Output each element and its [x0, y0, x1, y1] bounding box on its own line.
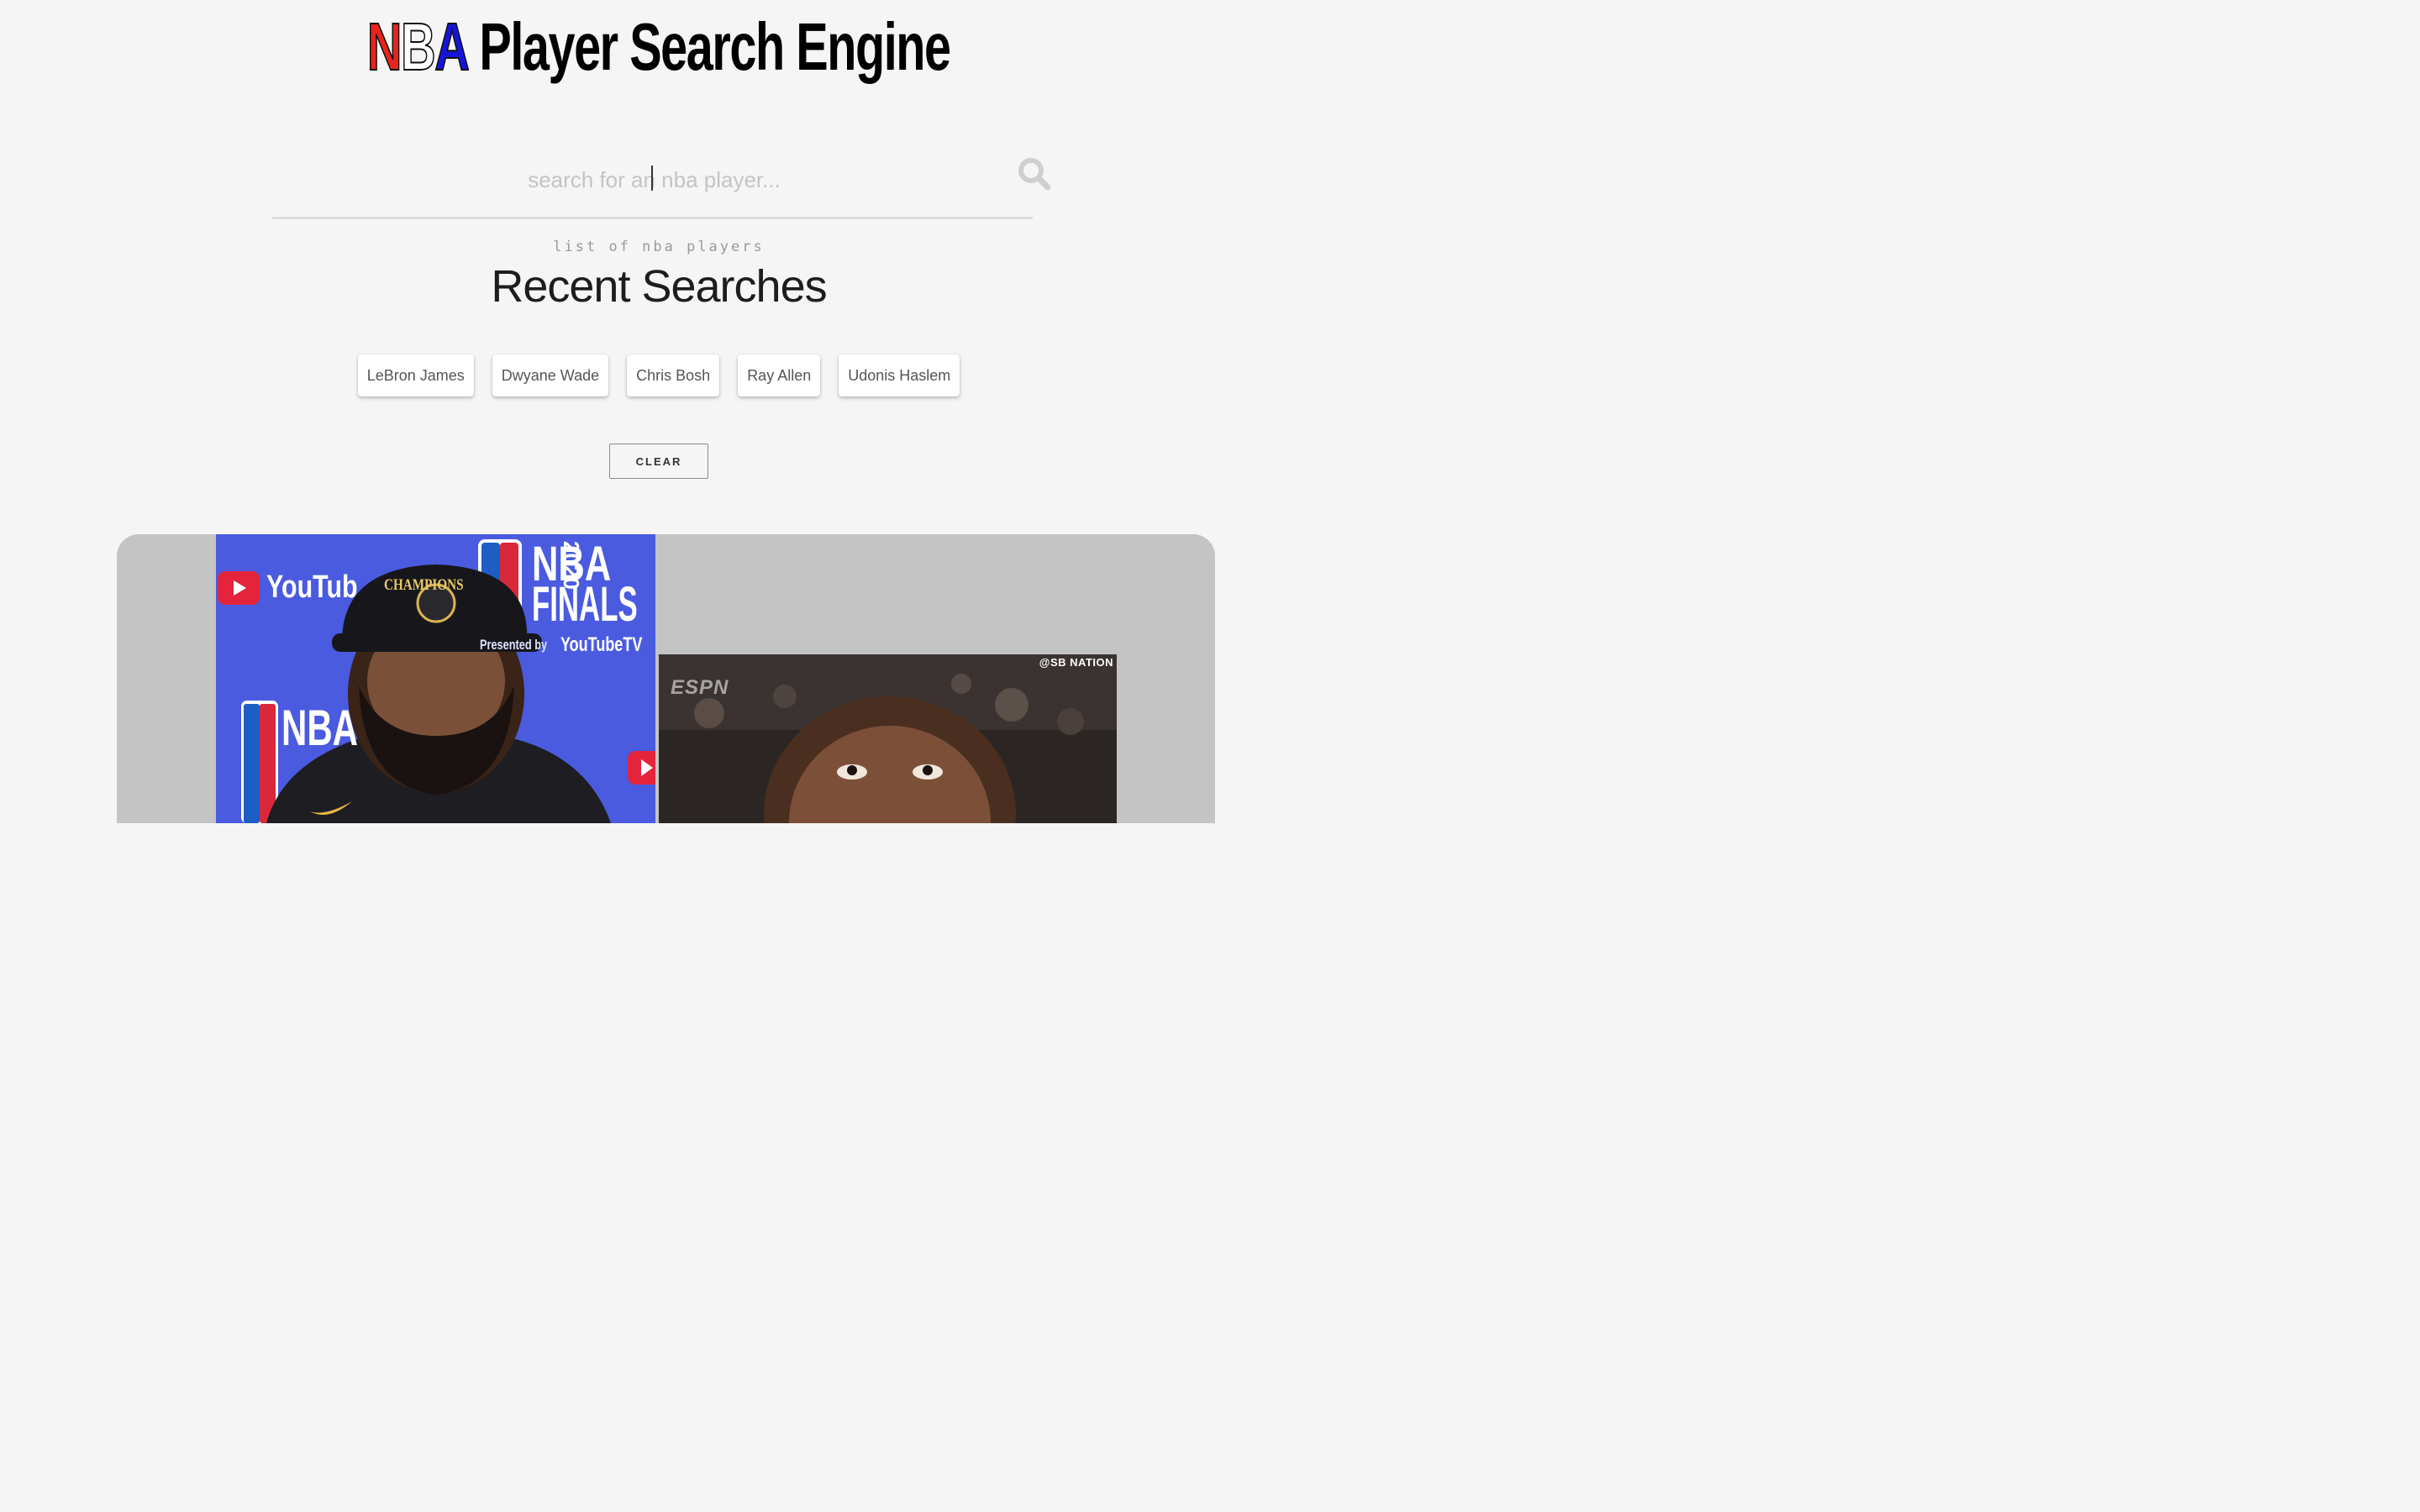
- text-cursor: [651, 165, 653, 191]
- gif-network-logo: ESPN: [671, 676, 729, 699]
- section-subtitle: list of nba players: [553, 239, 765, 255]
- gif-label-youtubetv: YouTubeTV: [560, 633, 643, 656]
- recent-searches-list: LeBron James Dwyane Wade Chris Bosh Ray …: [0, 354, 1318, 396]
- gif-watermark: @SB NATION: [1039, 656, 1113, 669]
- page-title: NBA Player Search Engine: [0, 9, 1318, 84]
- search-input[interactable]: [272, 158, 1036, 202]
- recent-search-chip[interactable]: Dwyane Wade: [492, 354, 609, 396]
- logo-letter-b: B: [401, 9, 437, 84]
- player-gif-reaction[interactable]: @SB NATION ESPN: [659, 654, 1117, 823]
- section-heading: Recent Searches: [491, 261, 827, 312]
- gif-label-cap: CHAMPIONS: [384, 576, 464, 594]
- recent-search-chip[interactable]: Udonis Haslem: [839, 354, 960, 396]
- gif-label-presented: Presented by: [480, 637, 548, 653]
- logo-letter-n: N: [366, 9, 402, 84]
- title-text: Player Search Engine: [479, 9, 952, 84]
- recent-search-chip[interactable]: Chris Bosh: [627, 354, 720, 396]
- gif-label-finals: FINALS: [532, 577, 638, 632]
- clear-button[interactable]: CLEAR: [609, 444, 708, 479]
- gif-label-youtube: YouTub: [266, 570, 358, 605]
- gif-label-nba-2: NBA: [281, 700, 358, 756]
- search-icon[interactable]: [1017, 156, 1052, 192]
- recent-search-chip[interactable]: LeBron James: [357, 354, 474, 396]
- logo-letter-a: A: [434, 9, 471, 84]
- title-wordmark: NBA Player Search Engine: [366, 9, 952, 84]
- page: NBAPlayer Search Engine list of nba play…: [0, 0, 1318, 823]
- results-panel: YouTub 2020 NBA FINALS Presented by YouT…: [117, 534, 1215, 823]
- recent-search-chip[interactable]: Ray Allen: [738, 354, 821, 396]
- player-gif-press-conference[interactable]: YouTub 2020 NBA FINALS Presented by YouT…: [216, 534, 655, 823]
